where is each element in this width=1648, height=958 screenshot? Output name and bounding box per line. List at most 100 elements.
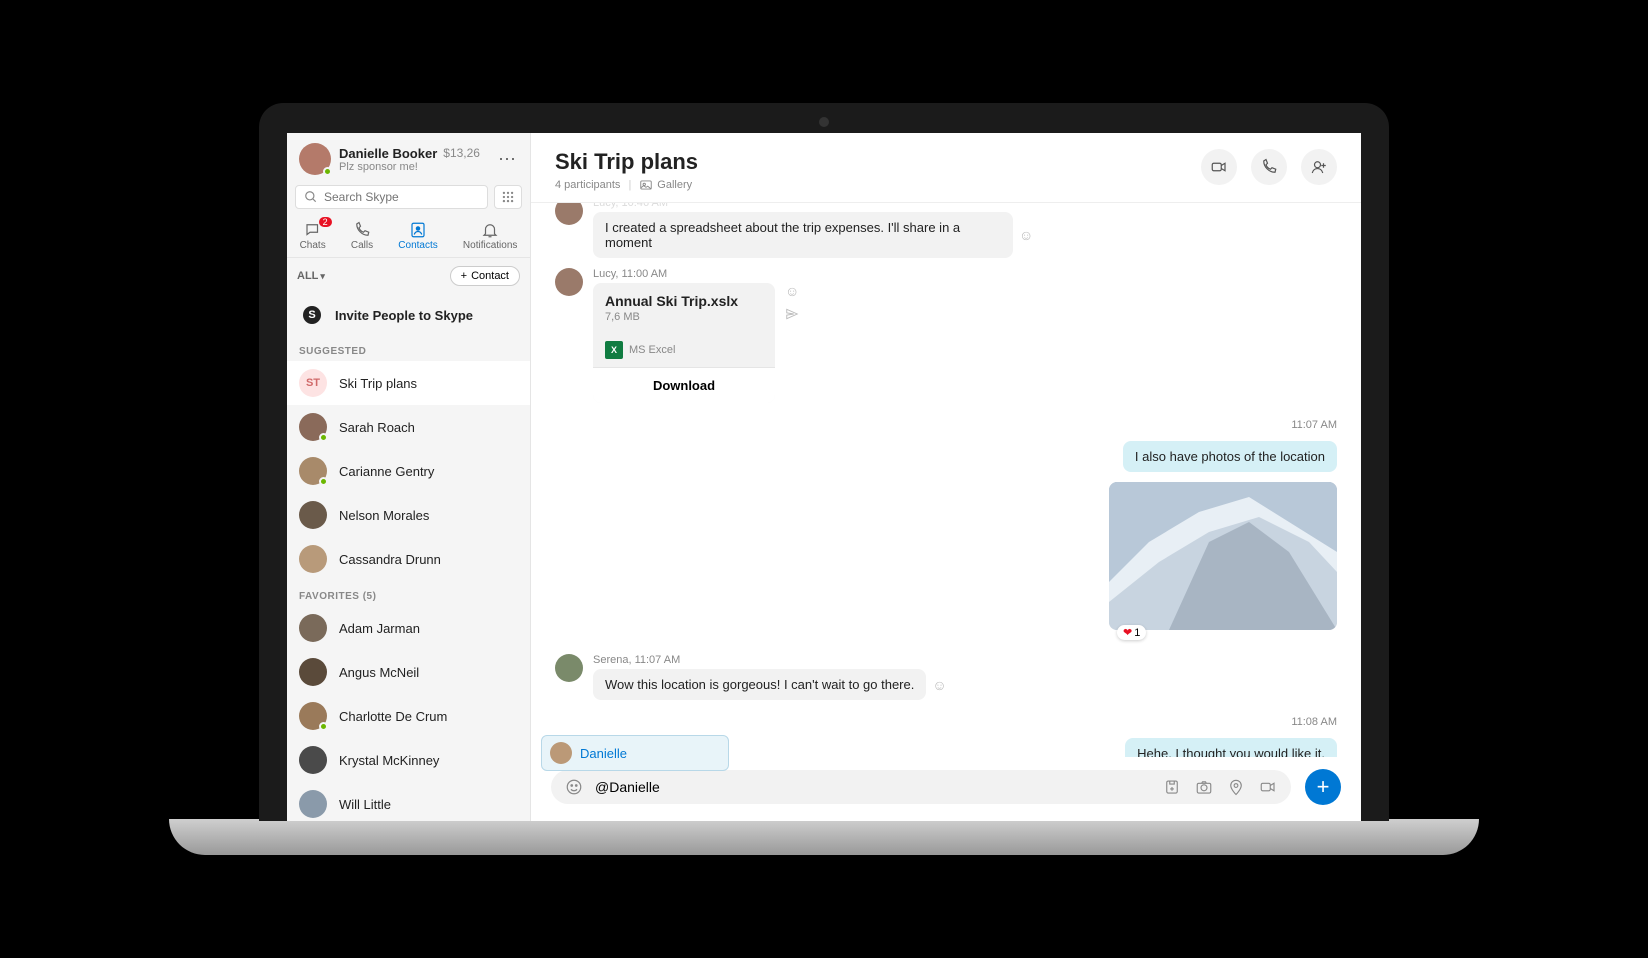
file-size: 7,6 MB (605, 311, 763, 323)
calls-icon (353, 221, 371, 239)
contact-name: Adam Jarman (339, 621, 420, 636)
tab-contacts[interactable]: Contacts (398, 221, 437, 251)
message: ❤ 1 (555, 482, 1337, 630)
dialpad-button[interactable] (494, 185, 522, 209)
participants-count[interactable]: 4 participants (555, 179, 620, 191)
photo-attachment[interactable] (1109, 482, 1337, 630)
invite-people[interactable]: S Invite People to Skype (287, 294, 530, 336)
msg-meta: Lucy, 10:46 AM (593, 203, 1033, 209)
msg-bubble[interactable]: I also have photos of the location (1123, 441, 1337, 472)
tab-notifications[interactable]: Notifications (463, 221, 517, 251)
video-call-button[interactable] (1201, 149, 1237, 185)
section-suggested: SUGGESTED (287, 336, 530, 361)
more-icon[interactable]: ⋯ (498, 149, 518, 170)
tab-chats[interactable]: 2 Chats (300, 221, 326, 251)
message: Lucy, 11:00 AM Annual Ski Trip.xslx 7,6 … (555, 268, 1337, 403)
react-icon[interactable]: ☺ (1019, 227, 1033, 243)
list-item[interactable]: Krystal McKinney (287, 738, 530, 782)
contacts-icon (409, 221, 427, 239)
mention-suggestion[interactable]: Danielle (541, 735, 729, 771)
avatar (299, 746, 327, 774)
avatar (555, 268, 583, 296)
download-button[interactable]: Download (593, 367, 775, 403)
tab-label: Contacts (398, 240, 437, 251)
react-icon[interactable]: ☺ (785, 283, 799, 299)
avatar (299, 545, 327, 573)
tab-calls[interactable]: Calls (351, 221, 373, 251)
message: Serena, 11:07 AM Wow this location is go… (555, 654, 1337, 700)
avatar (299, 614, 327, 642)
avatar (299, 143, 331, 175)
avatar (299, 658, 327, 686)
message-input[interactable] (595, 779, 1151, 795)
list-item[interactable]: Cassandra Drunn (287, 537, 530, 581)
new-action-button[interactable]: + (1305, 769, 1341, 805)
gallery-icon (639, 178, 653, 192)
search-icon (304, 190, 318, 204)
file-name: Annual Ski Trip.xslx (605, 293, 763, 309)
contact-name: Nelson Morales (339, 508, 429, 523)
contact-name: Charlotte De Crum (339, 709, 447, 724)
avatar (299, 702, 327, 730)
laptop-base (169, 819, 1479, 855)
contact-name: Will Little (339, 797, 391, 812)
msg-meta: Serena, 11:07 AM (593, 654, 947, 666)
section-favorites: FAVORITES (5) (287, 581, 530, 606)
contact-name: Angus McNeil (339, 665, 419, 680)
add-participant-button[interactable] (1301, 149, 1337, 185)
list-item[interactable]: Charlotte De Crum (287, 694, 530, 738)
chats-badge: 2 (319, 217, 332, 227)
message-composer[interactable] (551, 770, 1291, 804)
list-item[interactable]: Nelson Morales (287, 493, 530, 537)
chat-panel: Ski Trip plans 4 participants | Gallery (531, 133, 1361, 821)
search-input[interactable] (324, 190, 479, 204)
list-item[interactable]: Sarah Roach (287, 405, 530, 449)
camera-icon[interactable] (1195, 778, 1213, 796)
list-item[interactable]: Will Little (287, 782, 530, 821)
filter-all[interactable]: ALL ▾ (297, 270, 325, 282)
emoji-icon[interactable] (565, 778, 583, 796)
skype-icon: S (303, 306, 321, 324)
video-message-icon[interactable] (1259, 778, 1277, 796)
tab-label: Notifications (463, 240, 517, 251)
audio-call-button[interactable] (1251, 149, 1287, 185)
forward-icon[interactable] (785, 307, 799, 321)
list-item[interactable]: Angus McNeil (287, 650, 530, 694)
avatar (299, 457, 327, 485)
react-icon[interactable]: ☺ (932, 677, 946, 693)
chat-title: Ski Trip plans (555, 149, 698, 175)
laptop-camera (819, 117, 829, 127)
location-icon[interactable] (1227, 778, 1245, 796)
avatar: ST (299, 369, 327, 397)
tab-label: Chats (300, 240, 326, 251)
profile-status: Plz sponsor me! (339, 161, 480, 173)
chat-header: Ski Trip plans 4 participants | Gallery (531, 133, 1361, 203)
sidebar: Danielle Booker $13,26 Plz sponsor me! ⋯ (287, 133, 531, 821)
profile-header[interactable]: Danielle Booker $13,26 Plz sponsor me! ⋯ (287, 133, 530, 185)
contact-name: Cassandra Drunn (339, 552, 441, 567)
composer-area: Danielle + (531, 757, 1361, 821)
message: Lucy, 10:46 AM I created a spreadsheet a… (555, 203, 1337, 258)
list-item[interactable]: Adam Jarman (287, 606, 530, 650)
avatar (555, 654, 583, 682)
reaction-badge[interactable]: ❤ 1 (1117, 625, 1146, 640)
message: I also have photos of the location (555, 441, 1337, 472)
msg-bubble[interactable]: Wow this location is gorgeous! I can't w… (593, 669, 926, 700)
list-item[interactable]: Carianne Gentry (287, 449, 530, 493)
list-item[interactable]: ST Ski Trip plans (287, 361, 530, 405)
plus-icon: + (461, 270, 467, 282)
bell-icon (481, 221, 499, 239)
file-attachment[interactable]: Annual Ski Trip.xslx 7,6 MB X MS Excel D… (593, 283, 775, 403)
chevron-down-icon: ▾ (320, 271, 325, 282)
contact-name: Sarah Roach (339, 420, 415, 435)
presence-dot (323, 167, 332, 176)
avatar (299, 790, 327, 818)
attach-file-icon[interactable] (1163, 778, 1181, 796)
add-contact-button[interactable]: + Contact (450, 266, 520, 286)
messages-list[interactable]: Lucy, 10:46 AM I created a spreadsheet a… (531, 203, 1361, 757)
avatar (550, 742, 572, 764)
search-field[interactable] (295, 185, 488, 209)
gallery-link[interactable]: Gallery (639, 178, 692, 192)
msg-bubble[interactable]: Hehe, I thought you would like it. (1125, 738, 1337, 757)
msg-bubble[interactable]: I created a spreadsheet about the trip e… (593, 212, 1013, 258)
